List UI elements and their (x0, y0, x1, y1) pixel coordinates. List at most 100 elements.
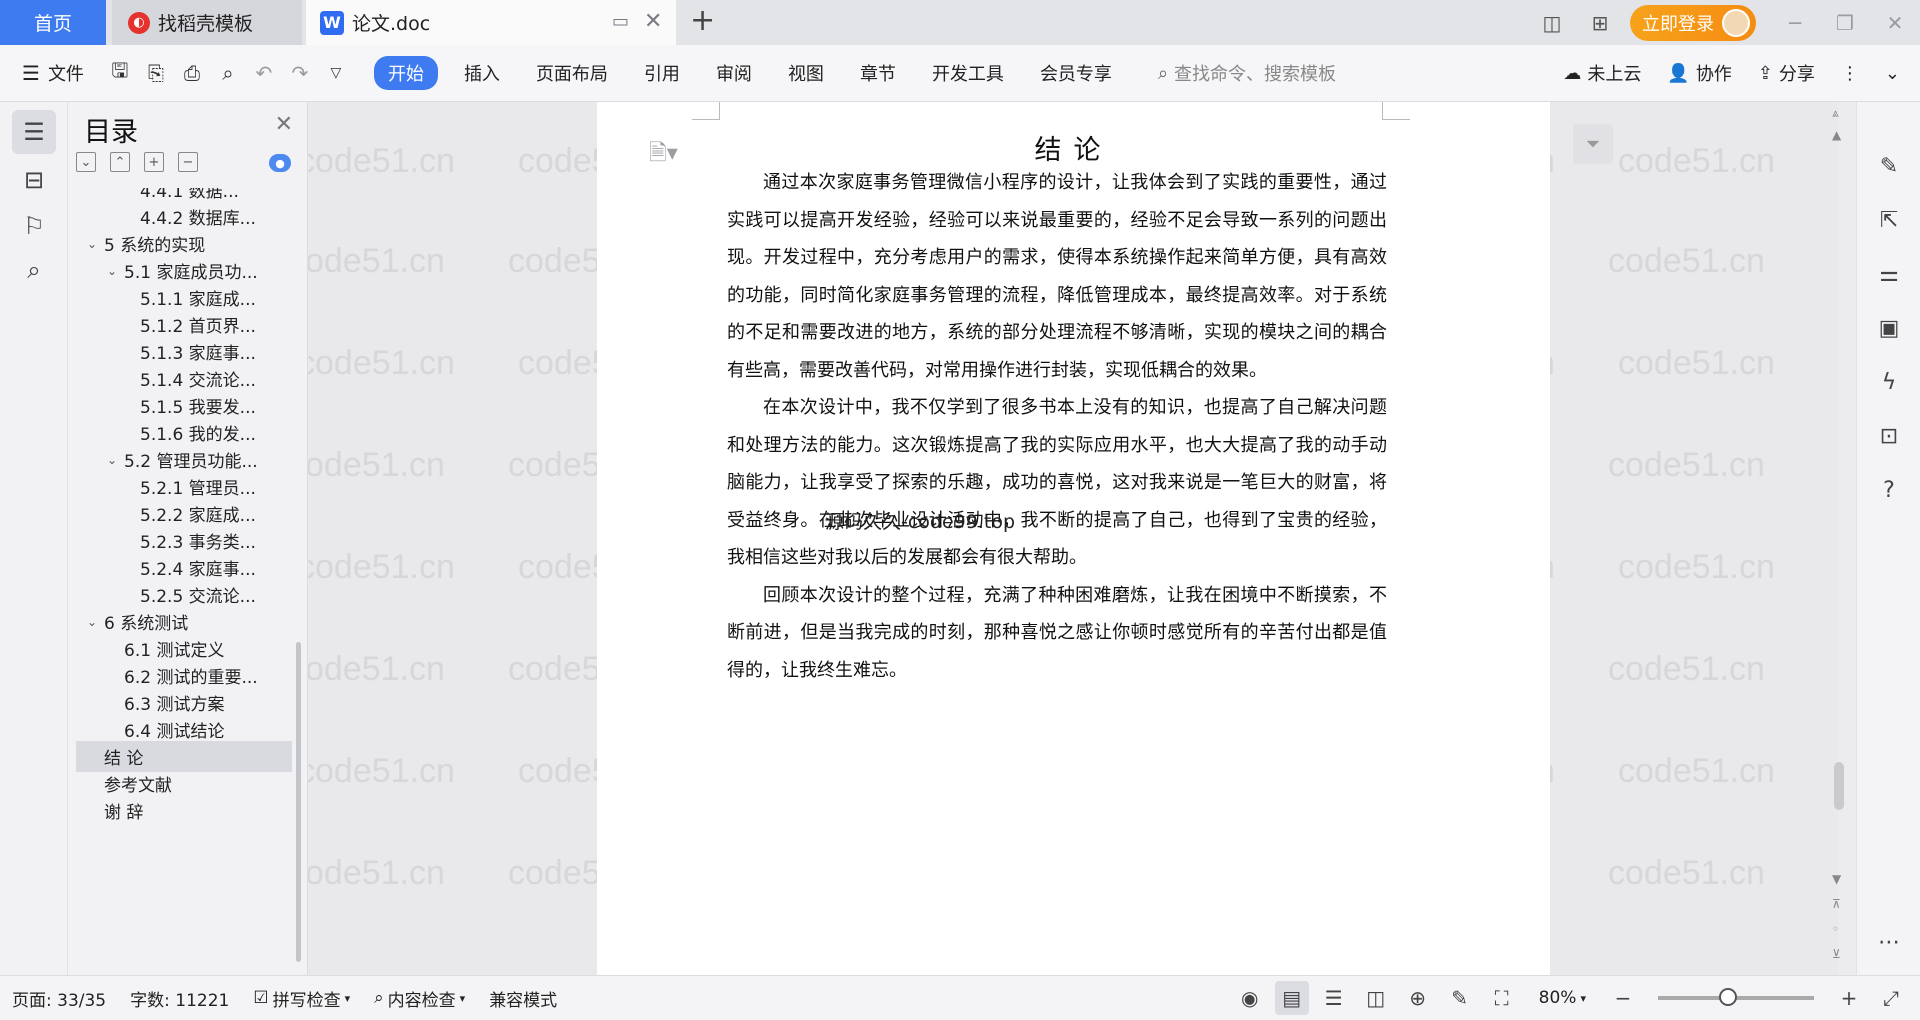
collapse-ribbon-icon[interactable]: ⌄ (1885, 63, 1900, 84)
tab-developer[interactable]: 开发工具 (914, 60, 1022, 86)
reading-icon[interactable]: ⊡ (1869, 416, 1909, 456)
login-label: 立即登录 (1642, 13, 1714, 35)
outline-item-label: 5.1.5 我要发... (140, 398, 256, 418)
restore-icon[interactable]: ❐ (1820, 0, 1870, 45)
source-watermark: 源码久久-code99.top (825, 511, 1016, 533)
eye-protection-icon[interactable]: ◉ (1233, 981, 1267, 1015)
tab-home[interactable]: 首页 (0, 0, 106, 45)
file-menu[interactable]: ☰ 文件 (0, 60, 102, 86)
login-button[interactable]: 立即登录 (1630, 4, 1756, 41)
print-icon[interactable]: ⎙ (174, 55, 210, 91)
fit-page-icon[interactable]: ⛶ (1485, 981, 1519, 1015)
outline-item-label: 5.2 管理员功能... (124, 452, 258, 472)
dropdown-icon: ▾ (459, 991, 466, 1005)
content-check-button[interactable]: ⌕ 内容检查 ▾ (362, 986, 477, 1011)
apps-grid-icon[interactable]: ⊞ (1576, 0, 1624, 45)
search-panel-icon[interactable]: ⌕ (12, 248, 56, 292)
collaborate-button[interactable]: 👤 协作 (1667, 60, 1731, 86)
tab-review[interactable]: 审阅 (698, 60, 770, 86)
cloud-status-button[interactable]: ☁ 未上云 (1563, 60, 1641, 86)
reading-view-icon[interactable]: ◫ (1359, 981, 1393, 1015)
new-tab-button[interactable]: + (690, 6, 715, 36)
word-count[interactable]: 字数: 11221 (118, 986, 241, 1011)
zoom-slider[interactable] (1658, 988, 1814, 1006)
page-indicator[interactable]: 页面: 33/35 (0, 986, 118, 1011)
scroll-top-icon[interactable]: ⩓ (1832, 106, 1839, 121)
quick-access-dropdown-icon[interactable]: ▽ (318, 55, 354, 91)
adjust-icon[interactable]: ⚌ (1869, 254, 1909, 294)
chevron-down-icon[interactable]: ⌄ (84, 237, 100, 251)
expand-down-icon[interactable]: ⌄ (76, 152, 96, 172)
expand-all-icon[interactable]: + (144, 152, 164, 172)
outline-toggle-icon[interactable]: ● (269, 154, 291, 172)
tab-template[interactable]: ◐ 找稻壳模板 (112, 0, 302, 45)
collapse-up-icon[interactable]: ⌃ (110, 152, 130, 172)
print-preview-icon[interactable]: ⌕ (210, 55, 246, 91)
tab-section[interactable]: 章节 (842, 60, 914, 86)
write-mode-icon[interactable]: ✎ (1443, 981, 1477, 1015)
minimize-icon[interactable]: ─ (1770, 0, 1820, 45)
collapse-toolbar-icon[interactable]: ⏷ (1573, 124, 1613, 164)
zoom-out-icon[interactable]: − (1606, 981, 1640, 1015)
outline-view-icon[interactable]: ☰ (1317, 981, 1351, 1015)
more-icon[interactable]: ⋮ (1841, 63, 1859, 84)
select-browse-icon[interactable]: ◦ (1832, 922, 1839, 936)
scrollbar-thumb[interactable] (1834, 762, 1844, 810)
layout-icon[interactable]: ◫ (1528, 0, 1576, 45)
collapse-all-icon[interactable]: − (178, 152, 198, 172)
tab-view[interactable]: 视图 (770, 60, 842, 86)
tab-references[interactable]: 引用 (626, 60, 698, 86)
docer-logo-icon: ◐ (128, 11, 150, 34)
dropdown-icon: ▾ (1580, 991, 1586, 1005)
outline-item[interactable]: 谢 辞 (76, 795, 292, 826)
outline-item-label: 5.1.1 家庭成... (140, 290, 256, 310)
tab-page-layout[interactable]: 页面布局 (518, 60, 626, 86)
tab-document[interactable]: W 论文.doc ▭ ✕ (306, 0, 676, 45)
outline-item-label: 5.1.2 首页界... (140, 317, 256, 337)
close-panel-icon[interactable]: ✕ (275, 112, 293, 137)
watermark-text: code51.cn (308, 752, 455, 790)
tab-home-label: 首页 (33, 13, 72, 35)
chevron-down-icon[interactable]: ⌄ (104, 264, 120, 278)
screen-icon[interactable]: ▭ (612, 11, 629, 32)
outline-item-label: 5.2.3 事务类... (140, 533, 256, 553)
bookmark-icon[interactable]: ⚐ (12, 204, 56, 248)
watermark-text: code51.cn (1618, 548, 1775, 586)
scroll-up-icon[interactable]: ▲ (1832, 128, 1841, 142)
close-tab-icon[interactable]: ✕ (644, 9, 662, 34)
image-tools-icon[interactable]: ▣ (1869, 308, 1909, 348)
outline-item-label: 5.1 家庭成员功... (124, 263, 258, 283)
cursor-icon[interactable]: ⇱ (1869, 200, 1909, 240)
share-button[interactable]: ⇪ 分享 (1758, 60, 1815, 86)
zoom-in-icon[interactable]: + (1832, 981, 1866, 1015)
zoom-level[interactable]: 80% ▾ (1527, 988, 1598, 1008)
scroll-down-icon[interactable]: ▼ (1832, 872, 1841, 886)
chevron-down-icon[interactable]: ⌄ (84, 615, 100, 629)
outline-scrollbar[interactable] (296, 642, 301, 962)
close-window-icon[interactable]: ✕ (1870, 0, 1920, 45)
chevron-down-icon[interactable]: ⌄ (104, 453, 120, 467)
vertical-scrollbar[interactable]: ⩓ ▲ ▼ ⊼ ◦ ⊻ (1830, 102, 1848, 975)
redo-icon[interactable]: ↷ (282, 55, 318, 91)
export-icon[interactable]: ⎘ (138, 55, 174, 91)
spell-check-button[interactable]: ☑ 拼写检查 ▾ (241, 986, 362, 1011)
undo-icon[interactable]: ↶ (246, 55, 282, 91)
prev-page-icon[interactable]: ⊼ (1832, 897, 1841, 911)
pen-icon[interactable]: ✎ (1869, 146, 1909, 186)
navigation-icon[interactable]: ⊟ (12, 158, 56, 202)
web-view-icon[interactable]: ⊕ (1401, 981, 1435, 1015)
zoom-slider-handle[interactable] (1719, 988, 1738, 1006)
save-icon[interactable]: 🖫 (102, 55, 138, 91)
help-icon[interactable]: ? (1869, 470, 1909, 510)
fullscreen-icon[interactable]: ⤢ (1874, 981, 1908, 1015)
document-page[interactable]: 🗎▾ 结论 通过本次家庭事务管理微信小程序的设计，让我体会到了实践的重要性，通过… (597, 102, 1550, 975)
tab-insert[interactable]: 插入 (446, 60, 518, 86)
lightning-icon[interactable]: ϟ (1869, 362, 1909, 402)
outline-icon[interactable]: ☰ (12, 110, 56, 154)
more-options-icon[interactable]: ⋯ (1869, 922, 1909, 962)
tab-start[interactable]: 开始 (373, 56, 438, 90)
tab-member[interactable]: 会员专享 (1022, 60, 1130, 86)
next-page-icon[interactable]: ⊻ (1832, 947, 1841, 961)
command-search-input[interactable]: ⌕ 查找命令、搜索模板 (1130, 60, 1336, 86)
page-view-icon[interactable]: ▤ (1274, 981, 1309, 1015)
